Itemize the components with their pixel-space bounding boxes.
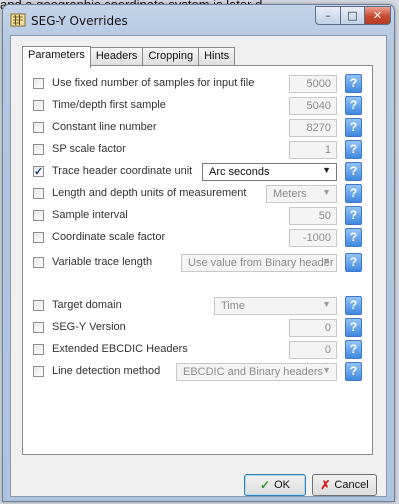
variable-trace-label: Variable trace length	[52, 256, 153, 268]
override-row-first-sample: Time/depth first sample 5040 ?	[32, 96, 362, 116]
help-icon[interactable]: ?	[345, 318, 362, 337]
line-number-checkbox[interactable]	[33, 122, 44, 133]
chevron-down-icon: ▼	[322, 365, 331, 375]
sample-interval-checkbox[interactable]	[33, 210, 44, 221]
coordinate-unit-label: Trace header coordinate unit	[52, 165, 193, 177]
override-row-length-units: Length and depth units of measurement Me…	[32, 184, 362, 204]
override-row-line-detection: Line detection method EBCDIC and Binary …	[32, 362, 362, 382]
chevron-down-icon: ▼	[322, 256, 331, 266]
override-row-coordinate-unit: ✓ Trace header coordinate unit Arc secon…	[32, 162, 362, 182]
help-icon[interactable]: ?	[345, 184, 362, 203]
length-units-checkbox[interactable]	[33, 188, 44, 199]
parameters-panel: Use fixed number of samples for input fi…	[22, 65, 373, 455]
override-row-sp-scale: SP scale factor 1 ?	[32, 140, 362, 160]
variable-trace-dropdown[interactable]: Use value from Binary header ▼	[181, 254, 337, 272]
sp-scale-checkbox[interactable]	[33, 144, 44, 155]
seg-y-overrides-dialog: SEG-Y Overrides – □ ✕ Parameters Headers…	[2, 4, 395, 502]
override-row-coordinate-scale: Coordinate scale factor -1000 ?	[32, 228, 362, 248]
sample-interval-input[interactable]: 50	[289, 207, 337, 225]
override-row-target-domain: Target domain Time ▼ ?	[32, 296, 362, 316]
close-button[interactable]: ✕	[364, 6, 391, 25]
help-icon[interactable]: ?	[345, 206, 362, 225]
tab-cropping[interactable]: Cropping	[142, 47, 200, 67]
sp-scale-input[interactable]: 1	[289, 141, 337, 159]
target-domain-checkbox[interactable]	[33, 300, 44, 311]
cancel-label: Cancel	[334, 479, 369, 491]
help-icon[interactable]: ?	[345, 74, 362, 93]
window-title: SEG-Y Overrides	[31, 14, 128, 28]
variable-trace-value: Use value from Binary header	[188, 257, 334, 269]
help-icon[interactable]: ?	[345, 340, 362, 359]
maximize-button[interactable]: □	[340, 6, 365, 25]
variable-trace-checkbox[interactable]	[33, 257, 44, 268]
coordinate-unit-dropdown[interactable]: Arc seconds ▼	[202, 163, 337, 181]
help-icon[interactable]: ?	[345, 253, 362, 272]
segy-app-icon	[10, 13, 26, 27]
fixed-samples-label: Use fixed number of samples for input fi…	[52, 77, 255, 89]
ok-label: OK	[274, 479, 290, 491]
line-detection-dropdown[interactable]: EBCDIC and Binary headers ▼	[176, 363, 337, 381]
tab-parameters[interactable]: Parameters	[22, 46, 91, 68]
fixed-samples-input[interactable]: 5000	[289, 75, 337, 93]
help-icon[interactable]: ?	[345, 96, 362, 115]
target-domain-value: Time	[221, 300, 246, 312]
override-row-sample-interval: Sample interval 50 ?	[32, 206, 362, 226]
tab-headers[interactable]: Headers	[89, 47, 144, 67]
help-icon[interactable]: ?	[345, 140, 362, 159]
line-detection-label: Line detection method	[52, 365, 161, 377]
first-sample-label: Time/depth first sample	[52, 99, 166, 111]
coordinate-unit-checkbox[interactable]: ✓	[33, 166, 44, 178]
sample-interval-label: Sample interval	[52, 209, 128, 221]
help-icon[interactable]: ?	[345, 162, 362, 181]
chevron-down-icon: ▼	[322, 299, 331, 309]
coordinate-scale-label: Coordinate scale factor	[52, 231, 166, 243]
length-units-dropdown[interactable]: Meters ▼	[266, 185, 337, 203]
segy-version-label: SEG-Y Version	[52, 321, 126, 333]
coordinate-unit-value: Arc seconds	[209, 166, 270, 178]
line-number-input[interactable]: 8270	[289, 119, 337, 137]
fixed-samples-checkbox[interactable]	[33, 78, 44, 89]
dialog-client-area: Parameters Headers Cropping Hints Use fi…	[10, 35, 387, 497]
line-detection-checkbox[interactable]	[33, 366, 44, 377]
help-icon[interactable]: ?	[345, 228, 362, 247]
first-sample-input[interactable]: 5040	[289, 97, 337, 115]
override-row-variable-trace: Variable trace length Use value from Bin…	[32, 253, 362, 273]
checkmark-icon: ✓	[260, 478, 271, 492]
first-sample-checkbox[interactable]	[33, 100, 44, 111]
override-row-ebcdic: Extended EBCDIC Headers 0 ?	[32, 340, 362, 360]
segy-version-input[interactable]: 0	[289, 319, 337, 337]
cancel-button[interactable]: ✗ Cancel	[312, 474, 377, 496]
help-icon[interactable]: ?	[345, 296, 362, 315]
ebcdic-checkbox[interactable]	[33, 344, 44, 355]
coordinate-scale-input[interactable]: -1000	[289, 229, 337, 247]
override-row-segy-version: SEG-Y Version 0 ?	[32, 318, 362, 338]
chevron-down-icon: ▼	[322, 165, 331, 175]
length-units-label: Length and depth units of measurement	[52, 187, 247, 199]
target-domain-dropdown[interactable]: Time ▼	[214, 297, 337, 315]
coordinate-scale-checkbox[interactable]	[33, 232, 44, 243]
help-icon[interactable]: ?	[345, 118, 362, 137]
length-units-value: Meters	[273, 188, 307, 200]
target-domain-label: Target domain	[52, 299, 122, 311]
chevron-down-icon: ▼	[322, 187, 331, 197]
tab-strip: Parameters Headers Cropping Hints	[22, 46, 236, 68]
ebcdic-label: Extended EBCDIC Headers	[52, 343, 188, 355]
minimize-button[interactable]: –	[315, 6, 341, 25]
line-number-label: Constant line number	[52, 121, 157, 133]
line-detection-value: EBCDIC and Binary headers	[183, 366, 324, 378]
ok-button[interactable]: ✓ OK	[244, 474, 306, 496]
tab-hints[interactable]: Hints	[198, 47, 236, 67]
sp-scale-label: SP scale factor	[52, 143, 126, 155]
ebcdic-input[interactable]: 0	[289, 341, 337, 359]
help-icon[interactable]: ?	[345, 362, 362, 381]
segy-version-checkbox[interactable]	[33, 322, 44, 333]
override-row-fixed-samples: Use fixed number of samples for input fi…	[32, 74, 362, 94]
cancel-x-icon: ✗	[320, 478, 331, 492]
override-row-line-number: Constant line number 8270 ?	[32, 118, 362, 138]
